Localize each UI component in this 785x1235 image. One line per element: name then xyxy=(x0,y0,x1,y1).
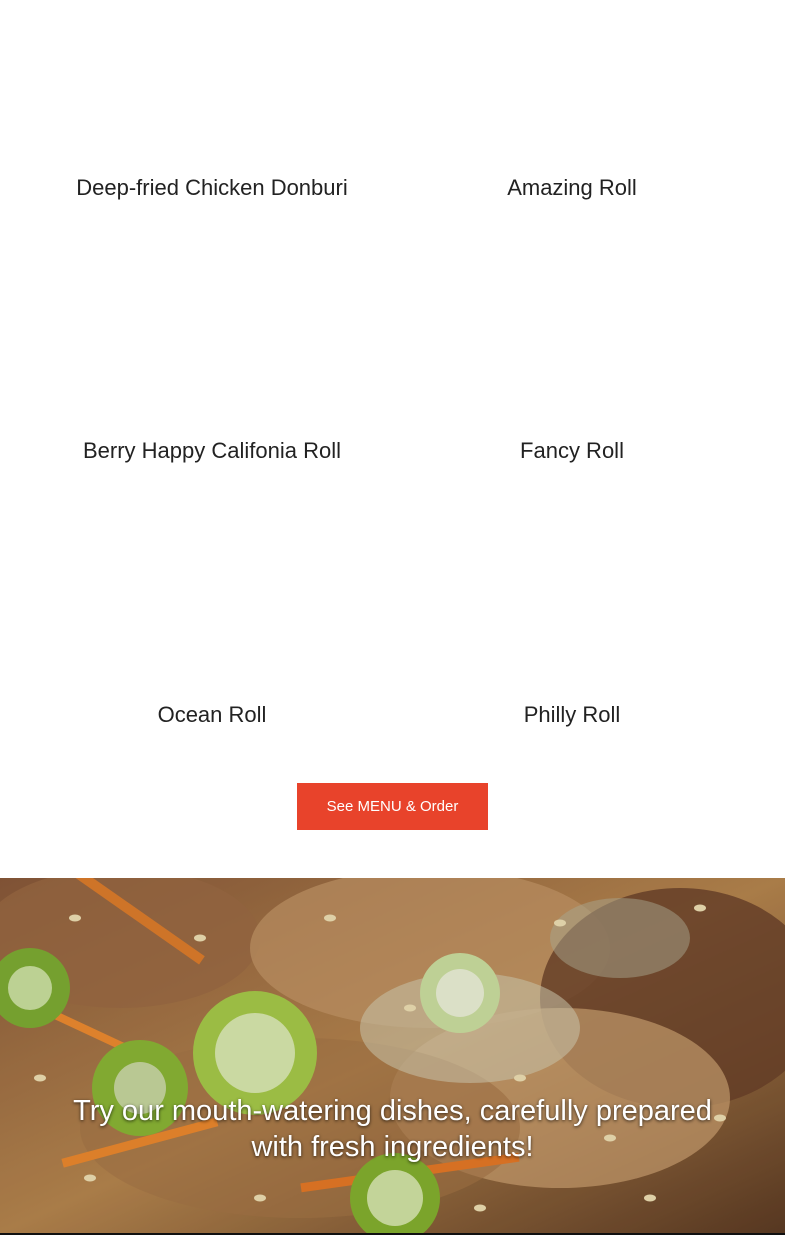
menu-item[interactable]: Berry Happy Califonia Roll xyxy=(32,287,392,465)
hero-tagline: Try our mouth-watering dishes, carefully… xyxy=(0,1093,785,1165)
hero-food-image xyxy=(0,878,785,1233)
hero-tagline-line2: with fresh ingredients! xyxy=(251,1131,534,1163)
see-menu-order-button[interactable]: See MENU & Order xyxy=(297,783,488,830)
menu-item-name[interactable]: Ocean Roll xyxy=(32,701,392,729)
menu-item[interactable]: Philly Roll xyxy=(392,551,752,729)
menu-item[interactable]: Deep-fried Chicken Donburi xyxy=(32,24,392,202)
menu-item-image[interactable] xyxy=(32,287,392,437)
menu-item-name[interactable]: Amazing Roll xyxy=(392,174,752,202)
menu-item-name[interactable]: Berry Happy Califonia Roll xyxy=(32,437,392,465)
hero-tagline-line1: Try our mouth-watering dishes, carefully… xyxy=(73,1095,712,1127)
cta-container: See MENU & Order xyxy=(0,783,785,830)
menu-item-name[interactable]: Deep-fried Chicken Donburi xyxy=(32,174,392,202)
page: Deep-fried Chicken Donburi Amazing Roll … xyxy=(0,0,785,1235)
menu-item-name[interactable]: Fancy Roll xyxy=(392,437,752,465)
menu-item-image[interactable] xyxy=(32,551,392,701)
menu-item[interactable]: Fancy Roll xyxy=(392,287,752,465)
menu-item-name[interactable]: Philly Roll xyxy=(392,701,752,729)
menu-item-image[interactable] xyxy=(32,24,392,174)
menu-item-image[interactable] xyxy=(392,287,752,437)
hero-banner: Try our mouth-watering dishes, carefully… xyxy=(0,878,785,1235)
menu-item-image[interactable] xyxy=(392,551,752,701)
menu-item-image[interactable] xyxy=(392,24,752,174)
menu-item[interactable]: Amazing Roll xyxy=(392,24,752,202)
menu-item[interactable]: Ocean Roll xyxy=(32,551,392,729)
